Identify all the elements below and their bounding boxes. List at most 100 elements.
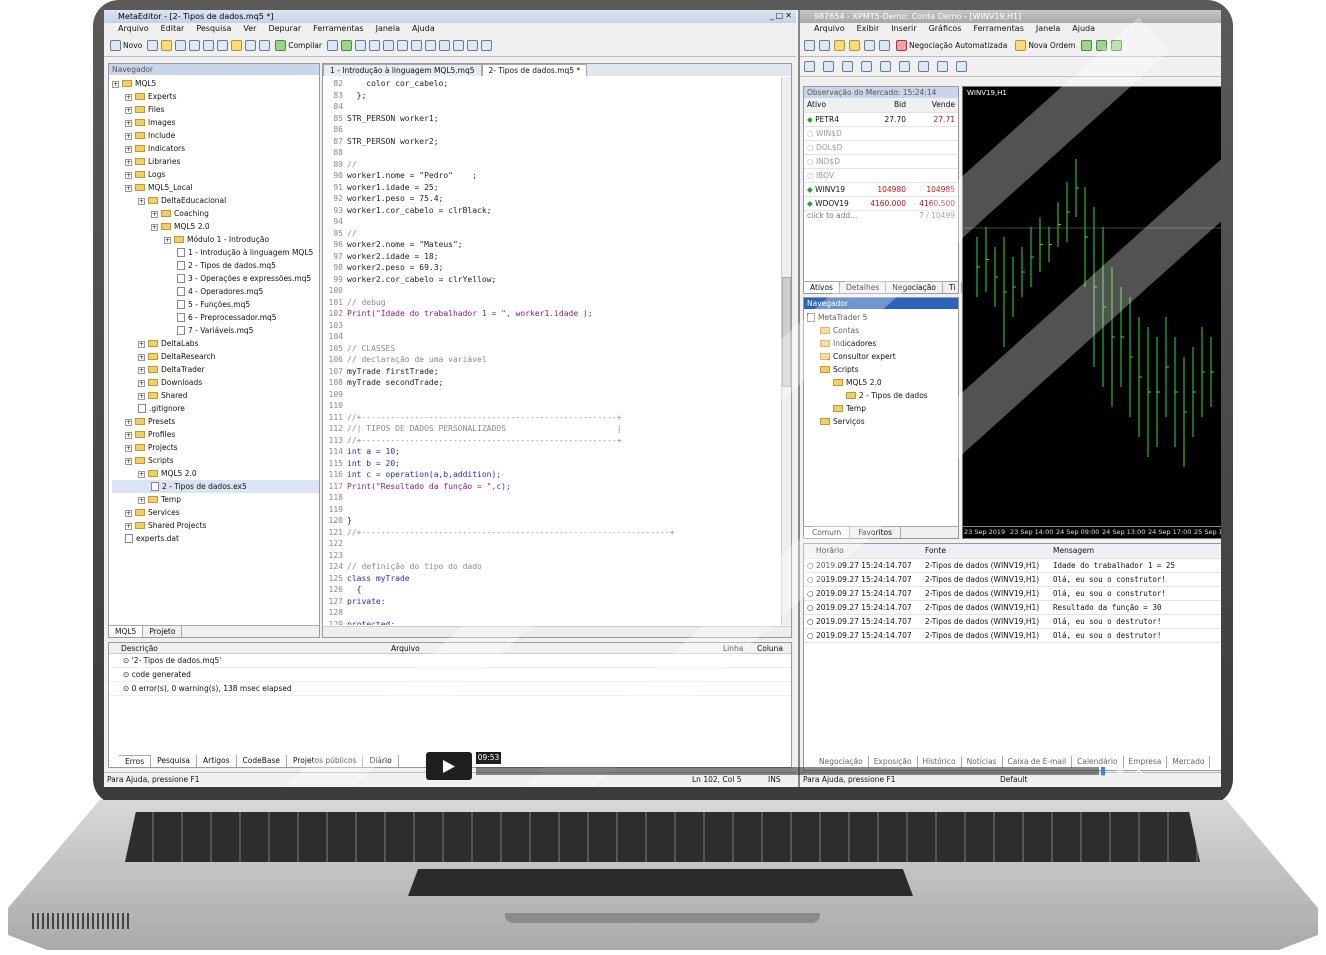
navigator-icon[interactable] (849, 40, 860, 51)
tree-item[interactable]: + Logs (112, 168, 319, 181)
step-into-icon[interactable] (410, 40, 422, 51)
tree-item[interactable]: .gitignore (112, 402, 319, 415)
expand-icon[interactable]: + (138, 367, 145, 374)
tree-item[interactable]: + Indicators (112, 142, 319, 155)
expand-icon[interactable]: + (125, 445, 132, 452)
tree-item[interactable]: 7 - Variáveis.mq5 (112, 324, 319, 337)
horizontal-line-icon[interactable] (861, 61, 872, 72)
terminal-icon[interactable] (864, 40, 875, 51)
breakpoint-icon[interactable] (452, 40, 464, 51)
menu-item[interactable]: Pesquisa (196, 23, 231, 35)
toolbox-tab[interactable]: Pesquisa (151, 755, 197, 767)
terminal-tree-item[interactable]: Temp (807, 402, 958, 415)
tree-item[interactable]: 6 - Preprocessador.mq5 (112, 311, 319, 324)
pause-icon[interactable] (382, 40, 394, 51)
expand-icon[interactable]: + (125, 523, 132, 530)
tree-item[interactable]: experts.dat (112, 532, 319, 545)
video-progress-bar[interactable] (476, 767, 1099, 775)
menu-item[interactable]: Inserir (891, 23, 916, 35)
expand-icon[interactable]: + (125, 458, 132, 465)
tree-item[interactable]: 1 - Introdução à linguagem MQL5 (112, 246, 319, 259)
menu-item[interactable]: Janela (376, 23, 400, 35)
expand-icon[interactable]: + (138, 380, 145, 387)
expand-icon[interactable]: + (138, 198, 145, 205)
open-icon[interactable] (147, 40, 159, 51)
new-button[interactable]: Novo (108, 38, 144, 54)
profiles-icon[interactable] (819, 40, 830, 51)
document-tab[interactable]: 1 - Introdução à linguagem MQL5.mq5 (323, 64, 482, 76)
tree-item[interactable]: + Shared (112, 389, 319, 402)
tree-item[interactable]: 4 - Operadores.mq5 (112, 285, 319, 298)
paste-icon[interactable] (480, 40, 492, 51)
market-watch-tab[interactable]: Ti (943, 282, 963, 293)
journal-row[interactable]: ○ 2019.09.27 15:24:14.707 2-Tipos de dado… (804, 586, 1221, 601)
terminal-tree-item[interactable]: Scripts (807, 363, 958, 376)
menu-item[interactable]: Ferramentas (313, 23, 363, 35)
bar-chart-icon[interactable] (1081, 40, 1093, 51)
save-icon[interactable] (175, 40, 187, 51)
market-watch-row[interactable]: ○ DOL$D (804, 140, 958, 155)
journal-row[interactable]: ○ 2019.09.27 15:24:14.707 2-Tipos de dado… (804, 628, 1221, 643)
market-watch-row[interactable]: ○ WIN$D (804, 126, 958, 141)
run-icon[interactable] (340, 40, 352, 51)
tree-item[interactable]: + Profiles (112, 428, 319, 441)
tree-item[interactable]: + Images (112, 116, 319, 129)
expand-icon[interactable]: + (112, 81, 119, 88)
menu-item[interactable]: Editar (161, 23, 185, 35)
expand-icon[interactable]: + (125, 94, 132, 101)
expand-icon[interactable]: + (125, 185, 132, 192)
save-all-icon[interactable] (189, 40, 201, 51)
expand-icon[interactable]: + (138, 341, 145, 348)
volume-icon[interactable]: ▮ (1100, 764, 1106, 777)
copy-icon[interactable] (466, 40, 478, 51)
expand-icon[interactable]: + (125, 107, 132, 114)
tree-item[interactable]: + MQL5 (112, 77, 319, 90)
step-icon[interactable] (368, 40, 380, 51)
menu-item[interactable]: Ferramentas (973, 23, 1023, 35)
tree-item[interactable]: + Projects (112, 441, 319, 454)
fibonacci-icon[interactable] (918, 61, 929, 72)
tree-item[interactable]: + Services (112, 506, 319, 519)
terminal-tree-item[interactable]: MQL5 2.0 (807, 376, 958, 389)
terminal-tree-item[interactable]: 2 - Tipos de dados (807, 389, 958, 402)
journal-row[interactable]: ○ 2019.09.27 15:24:14.707 2-Tipos de dado… (804, 558, 1221, 573)
add-symbol-link[interactable]: click to add... (807, 211, 857, 220)
market-watch-row[interactable]: ◆ PETR4 27.70 27.71 (804, 112, 958, 127)
expand-icon[interactable]: + (138, 497, 145, 504)
toolbox-tab[interactable]: Erros (119, 755, 152, 767)
tree-item[interactable]: + Shared Projects (112, 519, 319, 532)
tree-item[interactable]: + Temp (112, 493, 319, 506)
shapes-icon[interactable] (956, 61, 967, 72)
navigator-icon[interactable] (203, 40, 215, 51)
debug-icon[interactable] (326, 40, 338, 51)
navigator-tab[interactable]: Projeto (143, 626, 183, 637)
journal-row[interactable]: ○ 2019.09.27 15:24:14.707 2-Tipos de dado… (804, 614, 1221, 629)
market-watch-row[interactable]: ○ IBOV (804, 168, 958, 183)
folder-icon[interactable] (161, 40, 173, 51)
text-icon[interactable] (937, 61, 948, 72)
menu-item[interactable]: Gráficos (929, 23, 962, 35)
tree-item[interactable]: + Libraries (112, 155, 319, 168)
toolbox-icon[interactable] (217, 40, 229, 51)
tree-item[interactable]: + Downloads (112, 376, 319, 389)
menu-item[interactable]: Arquivo (814, 23, 845, 35)
compile-button[interactable]: Compilar (273, 38, 324, 54)
step-over-icon[interactable] (424, 40, 436, 51)
fullscreen-icon[interactable]: ✕ (1134, 764, 1143, 777)
menu-item[interactable]: Depurar (268, 23, 301, 35)
tree-item[interactable]: 5 - Funções.mq5 (112, 298, 319, 311)
function-icon[interactable] (259, 40, 271, 51)
vertical-line-icon[interactable] (842, 61, 853, 72)
new-order-button[interactable]: Nova Ordem (1013, 38, 1077, 54)
tree-item[interactable]: + MQL5 2.0 (112, 467, 319, 480)
step-out-icon[interactable] (438, 40, 450, 51)
toolbox-tab[interactable]: Artigos (197, 755, 237, 767)
tree-item[interactable]: + DeltaLabs (112, 337, 319, 350)
journal-row[interactable]: ○ 2019.09.27 15:24:14.707 2-Tipos de dado… (804, 572, 1221, 587)
expand-icon[interactable]: + (125, 419, 132, 426)
tree-item[interactable]: 2 - Tipos de dados.ex5 (112, 480, 319, 493)
menu-item[interactable]: Ajuda (412, 23, 435, 35)
expand-icon[interactable]: + (125, 432, 132, 439)
new-chart-icon[interactable] (804, 40, 815, 51)
expand-icon[interactable]: + (125, 120, 132, 127)
